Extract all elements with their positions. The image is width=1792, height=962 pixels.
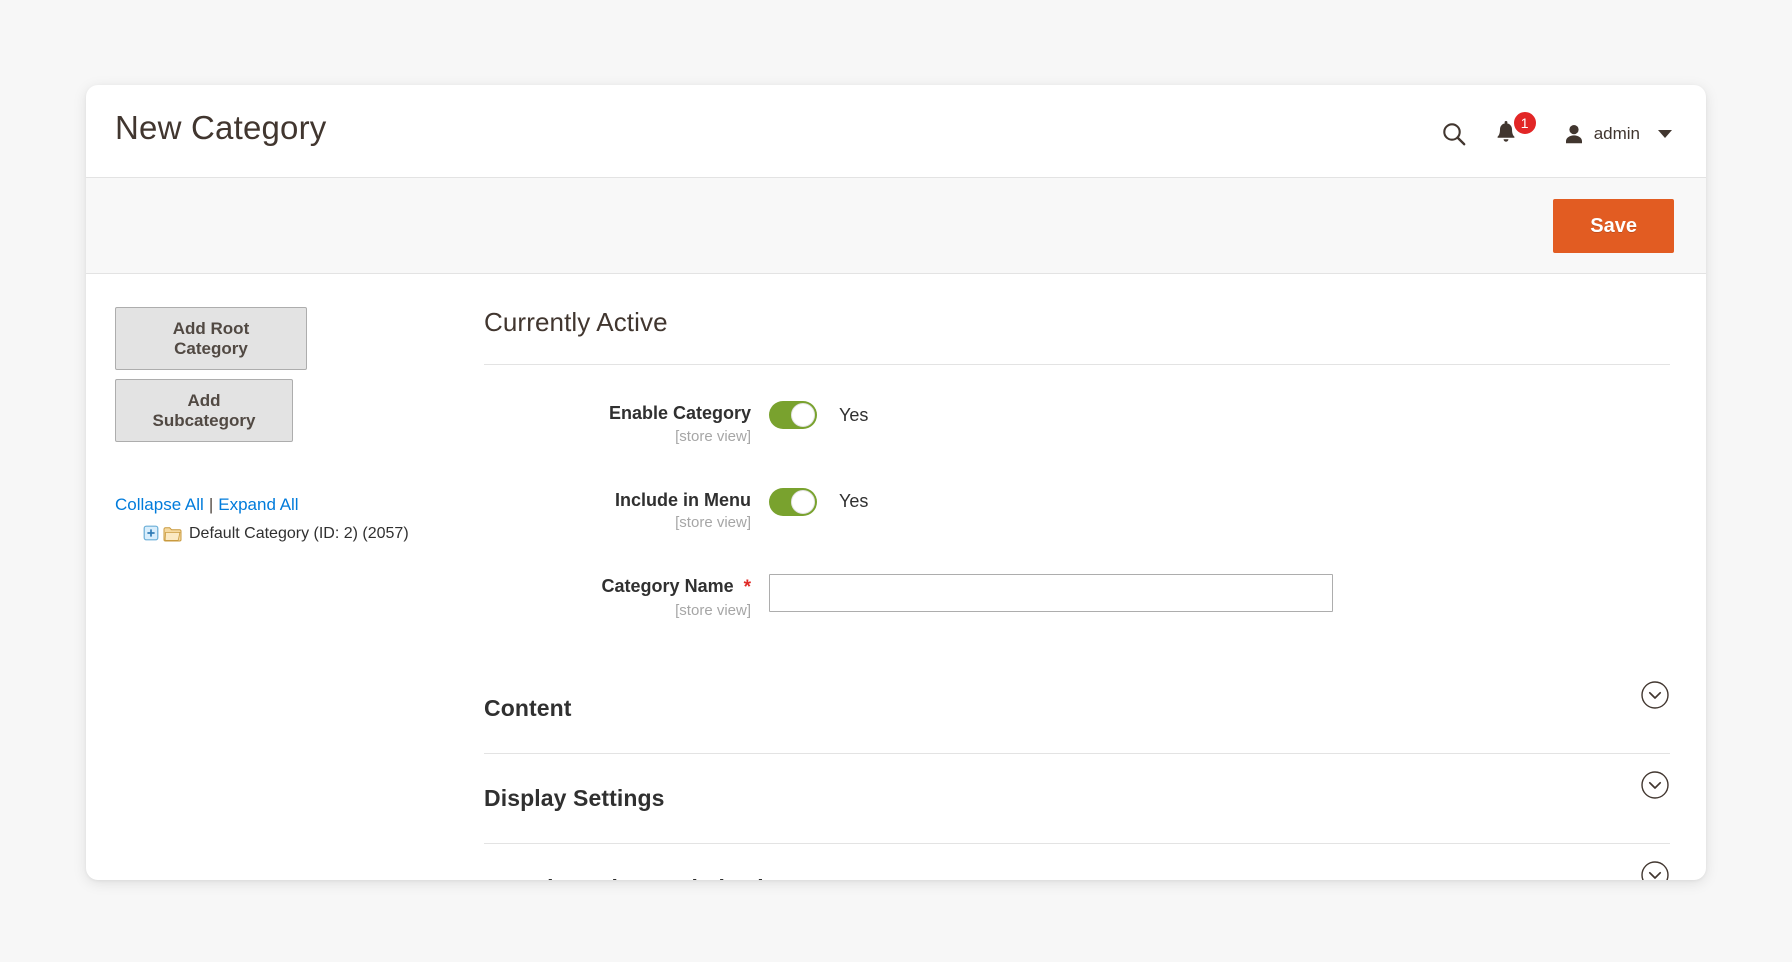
chevron-down-circle-icon[interactable] [1640, 680, 1670, 710]
toggle-enable-category[interactable] [769, 401, 817, 429]
category-name-input[interactable] [769, 574, 1333, 613]
expand-all-link[interactable]: Expand All [218, 495, 298, 514]
tree-node-label[interactable]: Default Category (ID: 2) (2057) [189, 524, 409, 543]
collapse-all-link[interactable]: Collapse All [115, 495, 204, 514]
toggle-include-in-menu[interactable] [769, 487, 817, 516]
notification-count-badge: 1 [1511, 110, 1538, 136]
category-form: Currently Active Enable Category [store … [484, 307, 1706, 880]
tree-node-default-category[interactable]: Default Category (ID: 2) (2057) [115, 524, 484, 543]
section-header-display-settings[interactable]: Display Settings [484, 754, 1670, 843]
section-display-settings: Display Settings [484, 754, 1670, 844]
page-header: New Category 1 admin [86, 85, 1706, 177]
toggle-state-label-enable-category: Yes [839, 404, 869, 425]
tree-toggle-links: Collapse All | Expand All Default Catego… [115, 495, 484, 543]
search-icon[interactable] [1431, 114, 1477, 154]
field-label-enable-category: Enable Category [608, 403, 751, 423]
required-asterisk: * [743, 576, 751, 598]
header-tools: 1 admin [1431, 110, 1672, 154]
currently-active-fields: Enable Category [store view] Yes Include… [484, 365, 1670, 664]
section-title: Currently Active [484, 307, 668, 337]
add-subcategory-button[interactable]: Add Subcategory [115, 379, 293, 443]
chevron-down-circle-icon[interactable] [1640, 860, 1670, 880]
page-title: New Category [115, 109, 327, 146]
field-label-category-name: Category Name [601, 576, 734, 597]
add-root-category-button[interactable]: Add Root Category [115, 307, 307, 371]
section-header-content[interactable]: Content [484, 664, 1670, 753]
field-scope-include-in-menu: [store view] [675, 514, 751, 532]
link-separator: | [208, 495, 214, 515]
section-title: Content [484, 694, 572, 721]
field-label-column: Include in Menu [store view] [484, 487, 769, 532]
user-menu[interactable]: admin [1563, 123, 1672, 145]
field-scope-enable-category: [store view] [675, 427, 751, 445]
user-avatar-icon [1565, 125, 1582, 144]
notifications-button[interactable]: 1 [1495, 110, 1557, 154]
plus-box-icon[interactable] [143, 525, 159, 541]
section-header-currently-active[interactable]: Currently Active [484, 307, 1670, 364]
user-name-label: admin [1593, 124, 1640, 143]
section-header-seo[interactable]: Search Engine Optimization [484, 844, 1670, 880]
chevron-down-circle-icon[interactable] [1640, 770, 1670, 800]
field-control-column: Yes [769, 400, 1670, 429]
admin-page-card: New Category 1 admin Save Add Root Categ… [86, 85, 1706, 880]
field-row-include-in-menu: Include in Menu [store view] Yes [484, 487, 1670, 532]
toggle-knob [791, 403, 815, 427]
chevron-down-icon[interactable] [1658, 130, 1672, 138]
field-row-category-name: Category Name * [store view] [484, 573, 1670, 619]
field-label-column: Category Name * [store view] [484, 573, 769, 619]
section-title: Search Engine Optimization [484, 875, 792, 880]
toggle-state-label-include-in-menu: Yes [839, 491, 869, 512]
field-scope-category-name: [store view] [675, 601, 751, 619]
section-title: Display Settings [484, 784, 665, 811]
field-control-column [769, 573, 1670, 613]
folder-icon [163, 526, 182, 542]
section-currently-active: Currently Active [484, 307, 1670, 365]
section-content: Content [484, 664, 1670, 754]
page-actions-toolbar: Save [86, 177, 1706, 274]
page-body: Add Root Category Add Subcategory Collap… [86, 274, 1706, 880]
field-row-enable-category: Enable Category [store view] Yes [484, 400, 1670, 445]
save-button[interactable]: Save [1553, 198, 1674, 253]
toggle-knob [791, 489, 815, 514]
field-label-column: Enable Category [store view] [484, 400, 769, 445]
category-tree-panel: Add Root Category Add Subcategory Collap… [86, 307, 484, 880]
field-label-include-in-menu: Include in Menu [614, 489, 751, 510]
field-control-column: Yes [769, 487, 1670, 516]
section-seo: Search Engine Optimization [484, 844, 1670, 880]
